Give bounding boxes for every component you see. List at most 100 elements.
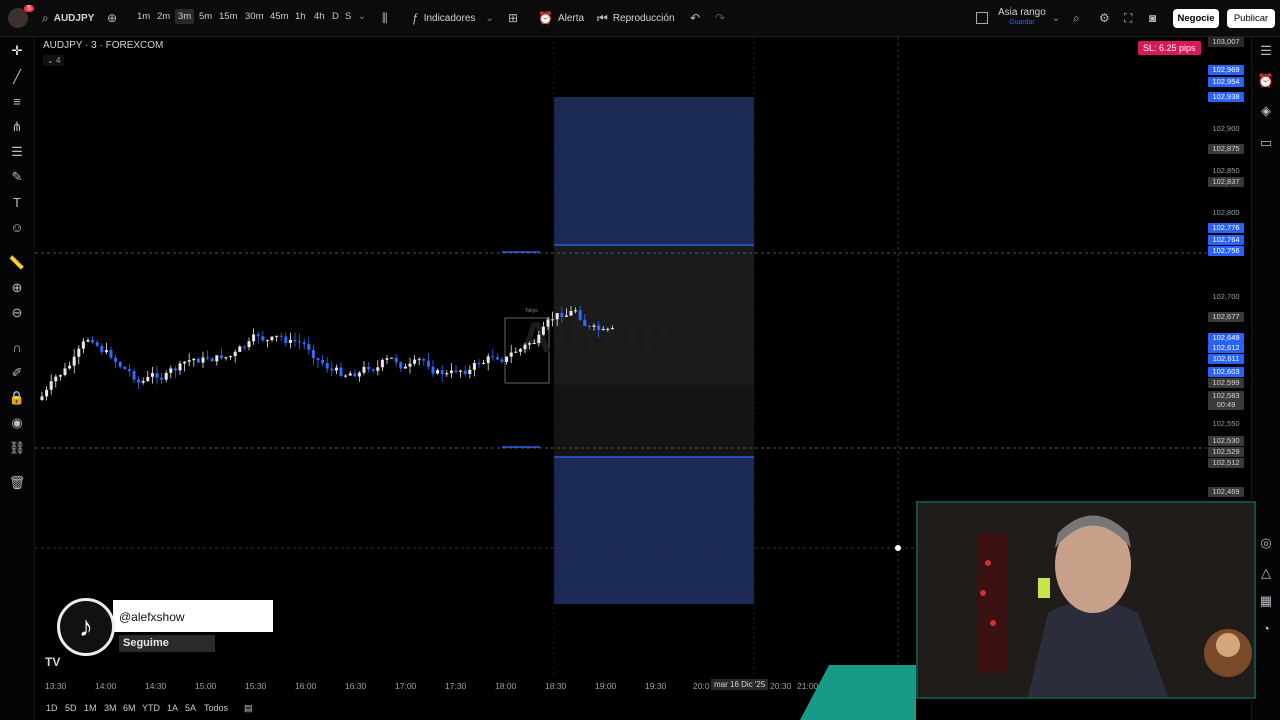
range-1d[interactable]: 1D bbox=[46, 703, 58, 713]
range-all[interactable]: Todos bbox=[204, 703, 228, 713]
calendar-icon[interactable]: ▦ bbox=[1257, 592, 1275, 610]
lock-icon[interactable]: 🔒 bbox=[8, 389, 26, 407]
timeframe-15m[interactable]: 15m bbox=[219, 11, 237, 22]
pencil-lock-icon[interactable]: ✐ bbox=[8, 364, 26, 382]
candle-body bbox=[54, 376, 58, 382]
range-6m[interactable]: 6M bbox=[123, 703, 136, 713]
settings-button[interactable]: ⚙ bbox=[1099, 0, 1115, 36]
timeframe-3m[interactable]: 3m bbox=[175, 9, 195, 24]
candle-body bbox=[422, 359, 426, 361]
candle-body bbox=[468, 369, 472, 374]
publish-button[interactable]: Publicar bbox=[1227, 9, 1275, 28]
chart-type-button[interactable]: ⫼ bbox=[382, 0, 393, 36]
indicators-button[interactable]: ƒ Indicadores ⌄ bbox=[412, 0, 494, 36]
timeframe-d[interactable]: D bbox=[332, 11, 339, 22]
timeframe-4h[interactable]: 4h bbox=[314, 11, 325, 22]
price-label: 102,938 bbox=[1208, 92, 1244, 102]
range-5a[interactable]: 5A bbox=[185, 703, 196, 713]
candle-body bbox=[445, 373, 449, 375]
range-1m[interactable]: 1M bbox=[84, 703, 97, 713]
avatar[interactable]: 5 bbox=[8, 0, 34, 36]
candle-body bbox=[426, 360, 430, 367]
collapse-legend-button[interactable]: ⌄ 4 bbox=[43, 55, 65, 66]
trash-icon[interactable]: 🗑 bbox=[8, 474, 26, 492]
zoom-in-icon[interactable]: ⊕ bbox=[8, 279, 26, 297]
alert-button[interactable]: ⏰ Alerta bbox=[538, 0, 584, 36]
timeframe-s[interactable]: S bbox=[345, 11, 351, 22]
chat-icon[interactable]: ▭ bbox=[1257, 134, 1275, 152]
go-to-date-icon[interactable]: ▤ bbox=[244, 703, 253, 714]
crosshair-icon[interactable]: ✛ bbox=[8, 42, 26, 60]
quick-search-button[interactable]: ⌕ bbox=[1073, 0, 1085, 36]
candle-body bbox=[440, 370, 444, 375]
candle-body bbox=[81, 341, 85, 349]
candle-body bbox=[307, 343, 311, 350]
timeframe-45m[interactable]: 45m bbox=[270, 11, 288, 22]
replay-button[interactable]: ⏮ Reproducción bbox=[597, 0, 675, 36]
timeframe-2m[interactable]: 2m bbox=[157, 11, 170, 22]
tradingview-logo[interactable]: TV bbox=[45, 655, 60, 669]
redo-button[interactable]: ↷ bbox=[715, 0, 730, 36]
target-icon[interactable]: ◎ bbox=[1257, 534, 1275, 552]
timeframe-5m[interactable]: 5m bbox=[199, 11, 212, 22]
candle-body bbox=[339, 367, 343, 376]
layers-icon[interactable]: ◈ bbox=[1257, 102, 1275, 120]
range-3m[interactable]: 3M bbox=[104, 703, 117, 713]
candle-body bbox=[288, 339, 292, 343]
emoji-icon[interactable]: ☺ bbox=[8, 219, 26, 237]
price-label: 102,612 bbox=[1208, 343, 1244, 353]
timeframe-1h[interactable]: 1h bbox=[295, 11, 306, 22]
snapshot-button[interactable]: ◙ bbox=[1149, 0, 1161, 36]
time-label: 20:0 bbox=[693, 681, 710, 691]
watchlist-icon[interactable]: ☰ bbox=[1257, 42, 1275, 60]
time-label: 18:30 bbox=[545, 681, 567, 691]
candle-body bbox=[555, 313, 559, 320]
text-icon[interactable]: T bbox=[8, 194, 26, 212]
ideas-icon[interactable]: △ bbox=[1257, 564, 1275, 582]
zone-box-lower[interactable] bbox=[554, 457, 754, 604]
timeframe-30m[interactable]: 30m bbox=[245, 11, 263, 22]
candle-body bbox=[141, 380, 145, 383]
templates-button[interactable]: ⊞ bbox=[508, 0, 523, 36]
pitchfork-icon[interactable]: ⋔ bbox=[8, 118, 26, 136]
sl-badge[interactable]: SL: 6.25 pips bbox=[1138, 41, 1201, 55]
fullscreen-button[interactable]: ⛶ bbox=[1124, 0, 1137, 36]
candle-body bbox=[173, 368, 177, 371]
zoom-out-icon[interactable]: ⊖ bbox=[8, 304, 26, 322]
symbol-search[interactable]: ⌕ AUDJPY bbox=[42, 0, 94, 36]
trade-button[interactable]: Negocie bbox=[1173, 9, 1219, 28]
tiktok-overlay: @alefxshow Seguime ♪ bbox=[57, 598, 277, 656]
candle-body bbox=[302, 342, 306, 344]
candle-body bbox=[233, 351, 237, 357]
zone-box-upper[interactable] bbox=[554, 97, 754, 245]
time-label: 19:30 bbox=[645, 681, 667, 691]
chevron-down-icon: ⌄ bbox=[47, 56, 54, 65]
fib-icon[interactable]: ☰ bbox=[8, 143, 26, 161]
range-1a[interactable]: 1A bbox=[167, 703, 178, 713]
candle-body bbox=[160, 377, 164, 380]
link-icon[interactable]: ⛓ bbox=[8, 439, 26, 457]
candle-body bbox=[362, 366, 366, 373]
alerts-icon[interactable]: ⏰ bbox=[1257, 72, 1275, 90]
notifications-icon[interactable]: ◔ bbox=[1257, 620, 1275, 638]
undo-button[interactable]: ↶ bbox=[690, 0, 705, 36]
horizontal-lines-icon[interactable]: ≡ bbox=[8, 93, 26, 111]
candle-body bbox=[344, 375, 348, 377]
candle-body bbox=[505, 356, 509, 362]
price-label: 00:49 bbox=[1208, 400, 1244, 410]
layout-selector[interactable]: Asia rango Guardar ⌄ bbox=[976, 0, 1060, 36]
range-ytd[interactable]: YTD bbox=[142, 703, 160, 713]
brush-icon[interactable]: ✎ bbox=[8, 168, 26, 186]
candle-body bbox=[528, 343, 532, 345]
trend-line-icon[interactable]: ╱ bbox=[8, 68, 26, 86]
magnet-icon[interactable]: ∩ bbox=[8, 339, 26, 357]
chevron-down-icon[interactable]: ⌄ bbox=[358, 11, 366, 22]
compare-button[interactable]: ⊕ bbox=[107, 0, 122, 36]
ruler-icon[interactable]: 📏 bbox=[8, 254, 26, 272]
eye-icon[interactable]: ◉ bbox=[8, 414, 26, 432]
timeframe-1m[interactable]: 1m bbox=[137, 11, 150, 22]
candle-body bbox=[100, 345, 104, 353]
range-5d[interactable]: 5D bbox=[65, 703, 77, 713]
candle-body bbox=[132, 371, 136, 380]
candle-body bbox=[500, 359, 504, 362]
